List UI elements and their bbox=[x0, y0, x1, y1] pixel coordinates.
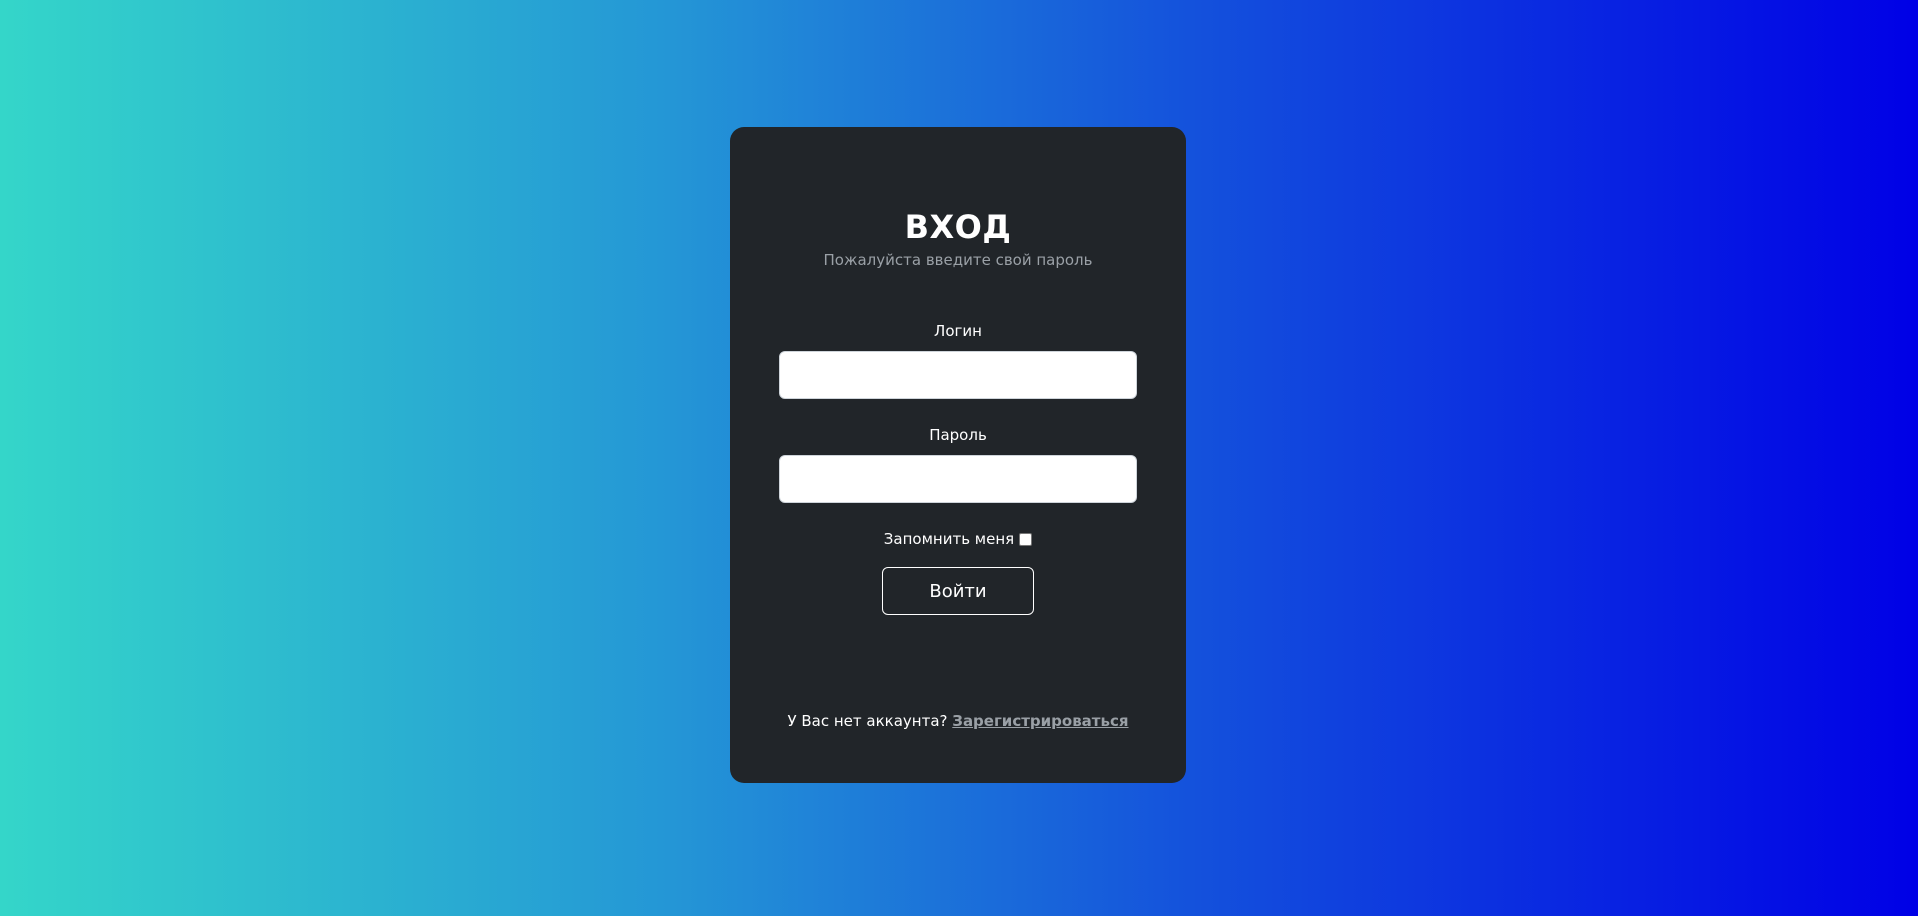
password-input[interactable] bbox=[779, 455, 1137, 503]
login-button[interactable]: Войти bbox=[882, 567, 1034, 615]
remember-me-row: Запомнить меня bbox=[730, 528, 1186, 550]
login-card: ВХОД Пожалуйста введите свой пароль Логи… bbox=[730, 127, 1186, 783]
register-link[interactable]: Зарегистрироваться bbox=[952, 712, 1128, 730]
remember-me-checkbox[interactable] bbox=[1019, 532, 1033, 546]
login-label: Логин bbox=[934, 322, 982, 340]
remember-me-label: Запомнить меня bbox=[883, 530, 1015, 548]
password-label: Пароль bbox=[929, 426, 987, 444]
page-subtitle: Пожалуйста введите свой пароль bbox=[823, 251, 1093, 269]
page-title: ВХОД bbox=[904, 208, 1012, 246]
register-prompt: У Вас нет аккаунта? Зарегистрироваться bbox=[730, 710, 1186, 732]
register-prompt-text: У Вас нет аккаунта? bbox=[787, 712, 948, 730]
login-input[interactable] bbox=[779, 351, 1137, 399]
